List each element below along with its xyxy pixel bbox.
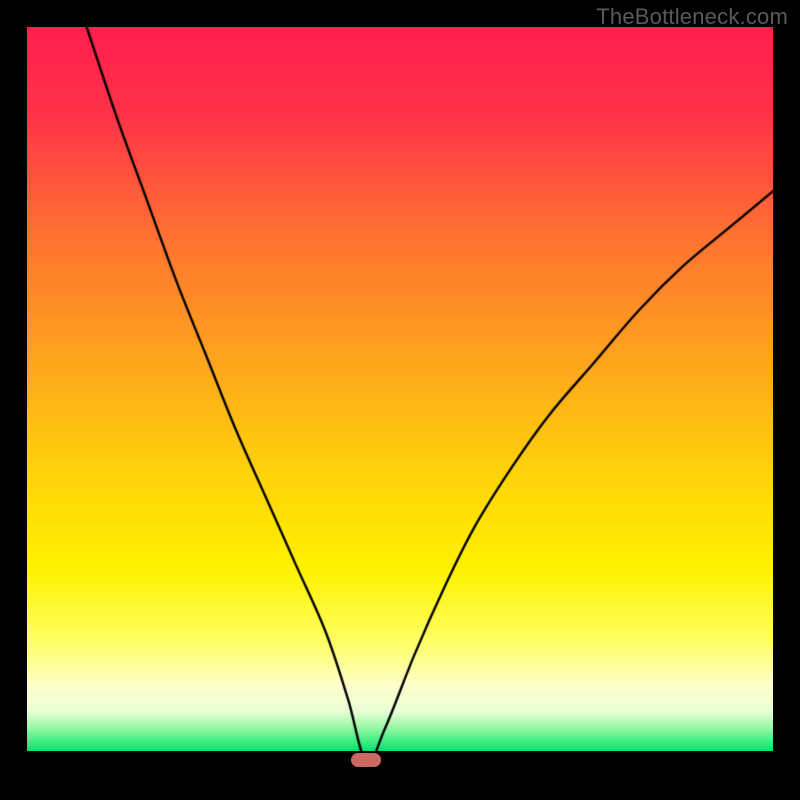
optimum-marker	[351, 753, 381, 767]
bottleneck-curve	[27, 27, 773, 773]
attribution-watermark: TheBottleneck.com	[596, 4, 788, 30]
plot-frame	[27, 27, 773, 773]
